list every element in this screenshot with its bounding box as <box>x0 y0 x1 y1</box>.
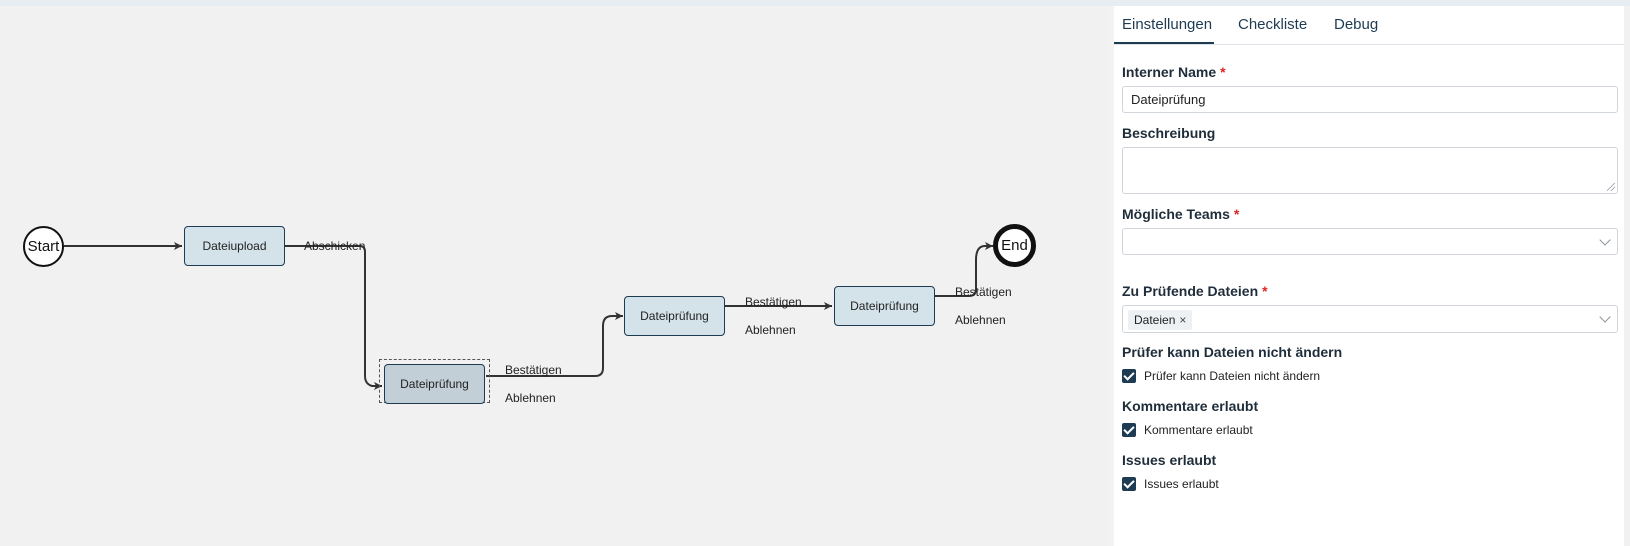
teams-label: Mögliche Teams * <box>1122 206 1239 222</box>
resize-handle-icon[interactable] <box>1607 183 1615 191</box>
files-label: Zu Prüfende Dateien * <box>1122 283 1268 299</box>
file-tag: Dateien × <box>1128 310 1193 330</box>
workflow-canvas[interactable]: Start End Dateiupload Dateiprüfung Datei… <box>0 6 1108 546</box>
edge-label-ablehnen-1[interactable]: Ablehnen <box>505 391 556 405</box>
description-label: Beschreibung <box>1122 125 1216 141</box>
step-dateipruefung-2[interactable]: Dateiprüfung <box>624 296 725 336</box>
edge-label-ablehnen-3[interactable]: Ablehnen <box>955 313 1006 327</box>
files-multiselect[interactable]: Dateien × <box>1122 305 1618 333</box>
start-node[interactable]: Start <box>23 226 64 267</box>
internal-name-input[interactable] <box>1122 86 1618 113</box>
required-marker: * <box>1262 283 1268 299</box>
checkbox-label-kommentare: Kommentare erlaubt <box>1144 423 1253 437</box>
edge-label-ablehnen-2[interactable]: Ablehnen <box>745 323 796 337</box>
checkbox-kommentare[interactable] <box>1122 423 1136 437</box>
check-heading-pruefer: Prüfer kann Dateien nicht ändern <box>1122 344 1343 360</box>
checkbox-row-pruefer[interactable]: Prüfer kann Dateien nicht ändern <box>1122 369 1320 383</box>
file-tag-label: Dateien <box>1134 313 1176 327</box>
files-label-text: Zu Prüfende Dateien <box>1122 283 1259 299</box>
tab-einstellungen[interactable]: Einstellungen <box>1122 16 1212 33</box>
required-marker: * <box>1233 206 1240 222</box>
internal-name-label: Interner Name * <box>1122 64 1226 80</box>
tab-bar: Einstellungen Checkliste Debug <box>1114 6 1624 45</box>
properties-panel: Einstellungen Checkliste Debug Interner … <box>1114 6 1624 546</box>
checkbox-issues[interactable] <box>1122 477 1136 491</box>
check-heading-kommentare: Kommentare erlaubt <box>1122 398 1259 414</box>
teams-label-text: Mögliche Teams <box>1122 206 1230 222</box>
required-marker: * <box>1220 64 1226 80</box>
edge-layer <box>64 242 993 390</box>
tab-checkliste[interactable]: Checkliste <box>1238 16 1307 33</box>
edge-label-bestaetigen-3[interactable]: Bestätigen <box>955 285 1012 299</box>
description-textarea[interactable] <box>1122 147 1618 194</box>
step-dateipruefung-1[interactable]: Dateiprüfung <box>384 364 485 404</box>
edge-label-bestaetigen-2[interactable]: Bestätigen <box>745 295 802 309</box>
checkbox-row-issues[interactable]: Issues erlaubt <box>1122 477 1219 491</box>
chevron-down-icon <box>1599 233 1611 246</box>
checkbox-label-issues: Issues erlaubt <box>1144 477 1219 491</box>
check-heading-issues: Issues erlaubt <box>1122 452 1217 468</box>
chevron-down-icon <box>1599 311 1611 323</box>
internal-name-label-text: Interner Name <box>1122 64 1217 80</box>
remove-tag-icon[interactable]: × <box>1179 313 1186 327</box>
checkbox-pruefer[interactable] <box>1122 369 1136 383</box>
edge-label-abschicken[interactable]: Abschicken <box>304 239 365 253</box>
step-dateiupload[interactable]: Dateiupload <box>184 226 285 266</box>
tab-debug[interactable]: Debug <box>1334 16 1378 33</box>
teams-select[interactable] <box>1122 228 1618 255</box>
edge-label-bestaetigen-1[interactable]: Bestätigen <box>505 363 562 377</box>
edge-upload-review1[interactable] <box>285 245 382 390</box>
scrollbar-track[interactable] <box>1624 6 1630 546</box>
end-node[interactable]: End <box>993 224 1036 267</box>
checkbox-row-kommentare[interactable]: Kommentare erlaubt <box>1122 423 1253 437</box>
step-dateipruefung-3[interactable]: Dateiprüfung <box>834 286 935 326</box>
checkbox-label-pruefer: Prüfer kann Dateien nicht ändern <box>1144 369 1321 383</box>
active-tab-indicator <box>1114 42 1214 44</box>
